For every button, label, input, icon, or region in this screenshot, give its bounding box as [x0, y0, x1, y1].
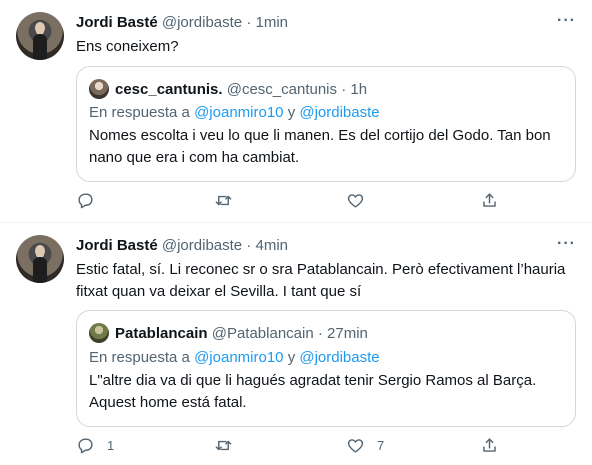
- author-name[interactable]: Jordi Basté: [76, 237, 158, 254]
- reply-button[interactable]: [76, 191, 107, 210]
- quoted-tweet-header: cesc_cantunis. @cesc_cantunis · 1h: [89, 79, 367, 99]
- quoted-tweet[interactable]: Patablancain @Patablancain · 27min En re…: [76, 310, 576, 427]
- quoted-author-name: Patablancain: [115, 324, 208, 342]
- reply-and: y: [287, 104, 296, 121]
- timestamp[interactable]: 1min: [256, 14, 289, 31]
- quoted-timestamp: 27min: [327, 324, 368, 342]
- tweet-header: Jordi Basté @jordibaste · 4min: [76, 237, 288, 254]
- separator: ·: [246, 237, 252, 254]
- quoted-author-handle: @Patablancain: [211, 324, 314, 342]
- more-icon[interactable]: ···: [557, 12, 576, 30]
- reply-icon: [78, 193, 93, 209]
- tweet-text: Estic fatal, sí. Li reconec sr o sra Pat…: [76, 261, 566, 300]
- retweet-button[interactable]: [214, 436, 245, 455]
- quoted-tweet-text: Nomes escolta i veu lo que li manen. Es …: [89, 127, 551, 166]
- reply-user-link[interactable]: @joanmiro10: [194, 349, 283, 366]
- separator: ·: [246, 14, 252, 31]
- quoted-avatar: [89, 323, 109, 343]
- like-count: 7: [377, 438, 385, 453]
- reply-icon: [78, 438, 93, 454]
- reply-count: 1: [107, 438, 115, 453]
- quoted-author-name: cesc_cantunis.: [115, 80, 223, 98]
- like-button[interactable]: [346, 191, 377, 210]
- like-button[interactable]: 7: [346, 436, 384, 455]
- share-button[interactable]: [480, 191, 499, 210]
- quoted-avatar: [89, 79, 109, 99]
- like-icon: [347, 439, 364, 453]
- quoted-tweet[interactable]: cesc_cantunis. @cesc_cantunis · 1h En re…: [76, 66, 576, 182]
- retweet-button[interactable]: [214, 191, 245, 210]
- retweet-icon: [215, 440, 232, 451]
- reply-user-link[interactable]: @jordibaste: [299, 349, 379, 366]
- tweet[interactable]: Jordi Basté @jordibaste · 1min ··· Ens c…: [0, 0, 592, 222]
- share-icon: [483, 193, 496, 207]
- quoted-author-handle: @cesc_cantunis: [226, 80, 338, 98]
- tweet[interactable]: Jordi Basté @jordibaste · 4min ··· Estic…: [0, 222, 592, 465]
- tweet-header: Jordi Basté @jordibaste · 1min: [76, 14, 288, 31]
- quoted-tweet-text: L"altre dia va di que li hagués agradat …: [89, 372, 537, 411]
- reply-prefix: En respuesta a: [89, 349, 190, 366]
- like-icon: [347, 194, 364, 208]
- separator: ·: [341, 80, 347, 98]
- retweet-icon: [215, 195, 232, 206]
- more-icon[interactable]: ···: [557, 235, 576, 253]
- author-handle[interactable]: @jordibaste: [162, 237, 242, 254]
- timestamp[interactable]: 4min: [256, 237, 289, 254]
- quoted-timestamp: 1h: [350, 80, 368, 98]
- share-icon: [483, 438, 496, 452]
- author-name[interactable]: Jordi Basté: [76, 14, 158, 31]
- share-button[interactable]: [480, 436, 499, 455]
- tweet-text: Ens coneixem?: [76, 38, 179, 55]
- reply-context: En respuesta a @joanmiro10 y @jordibaste: [89, 104, 380, 121]
- action-bar: 1 7: [76, 436, 496, 456]
- reply-and: y: [287, 349, 296, 366]
- reply-user-link[interactable]: @joanmiro10: [194, 104, 283, 121]
- reply-context: En respuesta a @joanmiro10 y @jordibaste: [89, 349, 380, 366]
- avatar[interactable]: [16, 235, 64, 283]
- reply-user-link[interactable]: @jordibaste: [299, 104, 379, 121]
- separator: ·: [317, 324, 323, 342]
- quoted-tweet-header: Patablancain @Patablancain · 27min: [89, 323, 368, 343]
- avatar[interactable]: [16, 12, 64, 60]
- author-handle[interactable]: @jordibaste: [162, 14, 242, 31]
- action-bar: [76, 191, 496, 211]
- reply-button[interactable]: 1: [76, 436, 114, 455]
- reply-prefix: En respuesta a: [89, 104, 190, 121]
